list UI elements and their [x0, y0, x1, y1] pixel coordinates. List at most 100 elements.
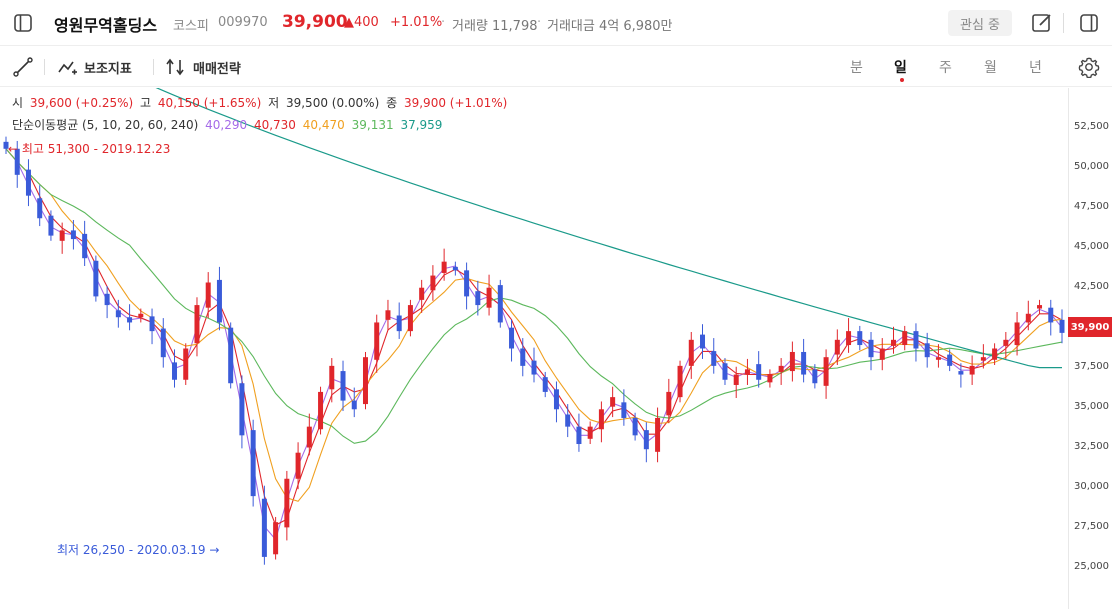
separator-dot: · — [441, 15, 446, 30]
candle-body — [542, 377, 548, 392]
ma10-value: 40,730 — [253, 118, 296, 132]
candle-body — [172, 362, 178, 380]
candle-body — [1003, 339, 1009, 346]
trade-amount-label: 거래대금 4억 6,980만 — [547, 19, 673, 34]
candle-body — [464, 270, 470, 297]
candle-body — [284, 478, 290, 528]
candle-body — [497, 285, 503, 323]
candle-body — [1037, 305, 1043, 309]
candle-body — [587, 426, 593, 439]
candle-body — [59, 230, 65, 241]
trade-strategy-icon — [166, 58, 184, 76]
candle-body — [756, 364, 762, 380]
axis-tick: 47,500 — [1074, 201, 1109, 212]
axis-tick: 52,500 — [1074, 121, 1109, 132]
candle-body — [115, 310, 121, 318]
candle-body — [273, 522, 279, 555]
gear-icon[interactable] — [1077, 55, 1101, 79]
candle-body — [520, 348, 526, 366]
candle-body — [744, 369, 750, 375]
candle-body — [700, 334, 706, 349]
candle-body — [149, 316, 155, 332]
candle-body — [93, 260, 99, 297]
candle-body — [1014, 322, 1020, 346]
candle-body — [250, 430, 256, 497]
candle-body — [396, 315, 402, 332]
indicator-label: 보조지표 — [84, 61, 132, 77]
axis-tick: 42,500 — [1074, 281, 1109, 292]
candle-body — [902, 331, 908, 346]
candle-body — [48, 215, 54, 236]
candle-body — [362, 357, 368, 405]
candle-body — [531, 360, 537, 375]
candle-body — [553, 389, 559, 410]
candle-body — [857, 331, 863, 346]
chart-toolbar: 보조지표 매매전략 분 일 주 월 년 — [0, 47, 1112, 87]
candle-body — [711, 351, 717, 366]
candle-body — [733, 374, 739, 385]
ma-label: 단순이동평균 (5, 10, 20, 60, 240) — [12, 118, 199, 132]
candle-body — [846, 331, 852, 346]
candle-body — [452, 266, 458, 271]
interest-button[interactable]: 관심 중 — [948, 10, 1012, 36]
candle-body — [441, 261, 447, 273]
candle-body — [823, 357, 829, 386]
toolbar-divider — [153, 59, 154, 75]
candle-body — [924, 343, 930, 358]
candle-body — [228, 327, 234, 384]
candle-body — [1048, 307, 1054, 323]
candle-body — [509, 327, 515, 349]
candle-body — [632, 417, 638, 436]
candle-body — [351, 400, 357, 410]
volume-label: 거래량 11,798 — [452, 19, 538, 34]
sidebar-toggle-icon[interactable] — [12, 12, 34, 34]
candle-body — [340, 371, 346, 401]
period-tab-year[interactable]: 년 — [1029, 57, 1042, 77]
candle-body — [104, 293, 110, 306]
stock-code: 009970 — [218, 15, 268, 30]
close-label: 종 — [386, 96, 398, 110]
candle-body — [475, 291, 481, 306]
candle-body — [666, 391, 672, 416]
candle-body — [688, 339, 694, 366]
ma20-line — [5, 148, 1063, 502]
candle-body — [643, 430, 649, 450]
open-label: 시 — [12, 96, 24, 110]
period-tab-month[interactable]: 월 — [984, 57, 997, 77]
ma240-value: 37,959 — [400, 118, 443, 132]
period-tab-minute[interactable]: 분 — [850, 57, 863, 77]
candle-body — [1059, 319, 1065, 333]
indicator-button[interactable]: 보조지표 — [58, 56, 132, 78]
candle-body — [565, 414, 571, 427]
candle-body — [25, 169, 31, 196]
price-chart[interactable] — [0, 0, 1112, 609]
open-value: 39,600 (+0.25%) — [29, 96, 134, 110]
candle-body — [722, 363, 728, 380]
axis-tick: 27,500 — [1074, 521, 1109, 532]
period-tab-day[interactable]: 일 — [894, 57, 907, 77]
candle-body — [306, 426, 312, 448]
candlestick-chart[interactable] — [0, 0, 1068, 609]
ma20-value: 40,470 — [302, 118, 345, 132]
edit-icon[interactable] — [1031, 12, 1053, 34]
period-tab-week[interactable]: 주 — [939, 57, 952, 77]
candle-body — [947, 354, 953, 366]
strategy-button[interactable]: 매매전략 — [165, 56, 241, 78]
candle-body — [778, 365, 784, 372]
indicator-icon — [58, 61, 77, 75]
candle-body — [70, 230, 76, 240]
candle-body — [789, 351, 795, 372]
candle-body — [205, 282, 211, 308]
close-value: 39,900 (+1.01%) — [403, 96, 508, 110]
candle-body — [160, 328, 166, 358]
market-label: 코스피 — [173, 19, 209, 34]
ohlc-info: 시 39,600 (+0.25%) 고 40,150 (+1.65%) 저 39… — [12, 94, 510, 111]
draw-line-icon[interactable] — [12, 56, 34, 78]
candle-body — [958, 371, 964, 375]
right-panel-icon[interactable] — [1078, 12, 1100, 34]
ma5-value: 40,290 — [205, 118, 248, 132]
stock-name: 영원무역홀딩스 — [54, 16, 158, 35]
all-time-low-note: 최저 26,250 - 2020.03.19 → — [57, 543, 220, 557]
candle-body — [980, 357, 986, 361]
axis-tick: 50,000 — [1074, 161, 1109, 172]
